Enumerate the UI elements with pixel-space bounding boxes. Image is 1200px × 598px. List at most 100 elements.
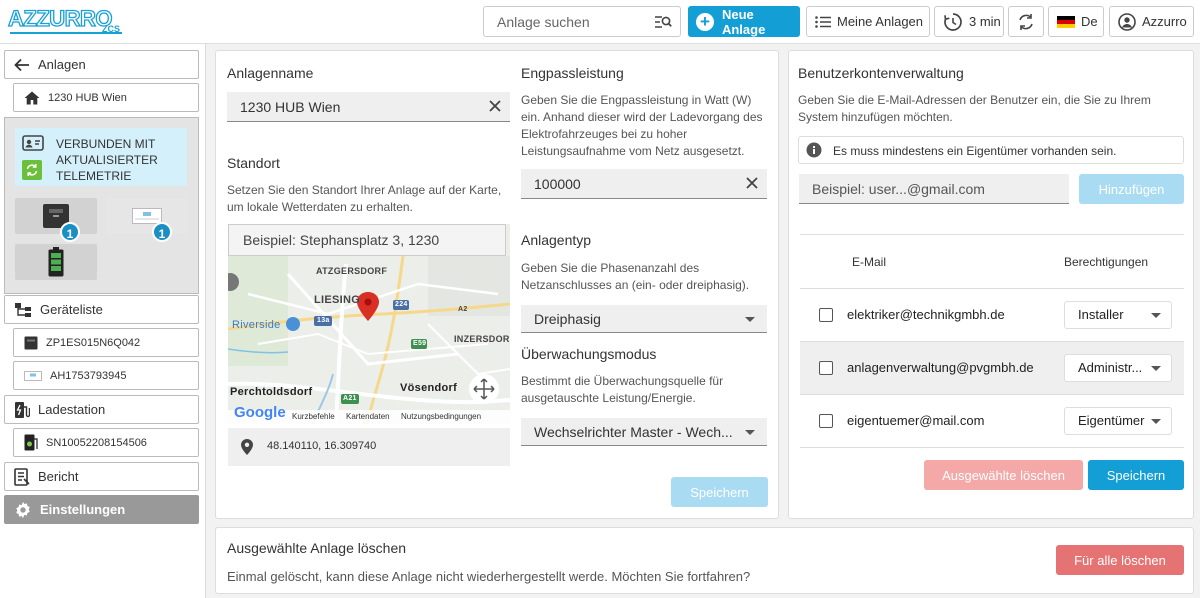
clear-icon[interactable] — [488, 99, 502, 113]
sync-button[interactable] — [1008, 6, 1044, 37]
refresh-interval-button[interactable]: 3 min — [934, 6, 1004, 37]
sync-icon — [1019, 13, 1033, 30]
back-to-plants-button[interactable]: Anlagen — [4, 50, 199, 79]
email-input[interactable]: Beispiel: user...@gmail.com — [799, 174, 1069, 204]
chevron-down-icon — [745, 317, 755, 322]
email-column-header: E-Mail — [852, 255, 887, 269]
connection-status-card: VERBUNDEN MIT AKTUALISIERTER TELEMETRIE — [15, 128, 187, 186]
battery-icon — [48, 247, 64, 277]
permission-select[interactable]: Administr... — [1064, 354, 1172, 382]
map-shortcuts-link[interactable]: Kurzbefehle — [292, 412, 335, 421]
row-checkbox[interactable] — [819, 361, 833, 375]
row-checkbox[interactable] — [819, 308, 833, 322]
language-button[interactable]: De — [1048, 6, 1104, 37]
timer-icon — [944, 12, 962, 31]
device-item-inverter[interactable]: ZP1ES015N6Q042 — [13, 328, 199, 357]
device-tree-icon — [15, 302, 31, 317]
plant-name-field[interactable]: 1230 HUB Wien — [227, 92, 510, 122]
plant-name-label: Anlagenname — [227, 65, 314, 81]
report-icon — [14, 467, 30, 486]
inverter-icon — [24, 336, 38, 349]
plant-search-input[interactable] — [484, 7, 644, 36]
connection-id-icon — [22, 135, 44, 151]
limit-field[interactable]: 100000 — [521, 169, 767, 199]
location-map[interactable]: Beispiel: Stephansplatz 3, 1230 ATZGERSD… — [228, 224, 510, 424]
monitoring-mode-description: Bestimmt die Überwachungsquelle für ausg… — [521, 374, 724, 405]
coordinates-display: 48.140110, 16.309740 — [228, 428, 510, 466]
azzurro-logo[interactable]: AZZURRO ZCS — [6, 4, 124, 38]
map-footer: Google Kurzbefehle Kartendaten Nutzungsb… — [228, 404, 510, 424]
map-label: INZERSDORF — [454, 334, 510, 344]
map-address-search[interactable]: Beispiel: Stephansplatz 3, 1230 — [228, 224, 506, 256]
monitoring-mode-label: Überwachungsmodus — [521, 346, 657, 362]
map-road-label: A21 — [343, 395, 357, 402]
map-road-label: 13a — [317, 317, 330, 324]
map-road-label: E59 — [413, 340, 427, 347]
clear-icon[interactable] — [745, 176, 759, 190]
device-item-meter[interactable]: AH1753793945 — [13, 361, 199, 390]
charging-station-item[interactable]: Ladestation — [4, 395, 199, 424]
map-label: ATZGERSDORF — [316, 266, 388, 276]
chevron-down-icon — [745, 430, 755, 435]
info-icon — [806, 142, 822, 158]
delete-for-all-button[interactable]: Für alle löschen — [1056, 545, 1184, 575]
meter-device-tile[interactable] — [106, 198, 188, 234]
row-checkbox[interactable] — [819, 414, 833, 428]
account-management-title: Benutzerkontenverwaltung — [798, 65, 964, 81]
map-road-label: A2 — [458, 306, 468, 313]
settings-item[interactable]: Einstellungen — [4, 495, 199, 524]
device-list-item[interactable]: Geräteliste — [4, 295, 199, 324]
german-flag-icon — [1057, 15, 1075, 28]
map-terms-link[interactable]: Nutzungsbedingungen — [401, 412, 481, 421]
map-data-link[interactable]: Kartendaten — [346, 412, 390, 421]
user-email: anlagenverwaltung@pvgmbh.de — [847, 360, 1034, 375]
monitoring-mode-select[interactable]: Wechselrichter Master - Wech... — [521, 418, 767, 446]
current-plant-item[interactable]: 1230 HUB Wien — [13, 83, 199, 112]
top-header: AZZURRO ZCS + Neue Anlage Meine Anlagen … — [0, 0, 1200, 44]
delete-plant-title: Ausgewählte Anlage löschen — [227, 540, 407, 556]
plant-type-description: Geben Sie die Phasenanzahl des Netzansch… — [521, 261, 750, 292]
my-plants-button[interactable]: Meine Anlagen — [806, 6, 930, 37]
map-label: LIESING — [314, 294, 361, 306]
location-label: Standort — [227, 155, 280, 171]
permission-select[interactable]: Installer — [1064, 301, 1172, 329]
battery-device-tile[interactable] — [15, 244, 97, 280]
owner-info-notice: Es muss mindestens ein Eigentümer vorhan… — [798, 136, 1184, 164]
map-label: Vösendorf — [400, 382, 458, 394]
new-plant-button[interactable]: + Neue Anlage — [688, 6, 800, 37]
charging-station-icon — [15, 401, 30, 418]
add-user-button[interactable]: Hinzufügen — [1079, 174, 1184, 204]
delete-selected-button[interactable]: Ausgewählte löschen — [924, 460, 1083, 490]
location-description: Setzen Sie den Standort Ihrer Anlage auf… — [227, 183, 502, 214]
search-list-icon[interactable] — [654, 14, 672, 30]
inverter-count-badge: 1 — [60, 222, 80, 242]
permission-select[interactable]: Eigentümer — [1064, 407, 1172, 435]
chevron-down-icon — [1151, 313, 1161, 318]
connection-status-text: VERBUNDEN MIT AKTUALISIERTER TELEMETRIE — [56, 137, 158, 183]
chevron-down-icon — [1151, 419, 1161, 424]
plus-icon: + — [696, 12, 714, 31]
map-label: Perchtoldsdorf — [230, 386, 313, 398]
user-email: elektriker@technikgmbh.de — [847, 307, 1005, 322]
delete-plant-description: Einmal gelöscht, kann diese Anlage nicht… — [227, 569, 751, 584]
chevron-down-icon — [1151, 366, 1161, 371]
charger-item[interactable]: SN10052208154506 — [13, 428, 199, 457]
user-email: eigentuemer@mail.com — [847, 413, 985, 428]
table-row: anlagenverwaltung@pvgmbh.de Administr... — [800, 342, 1184, 395]
home-icon — [24, 91, 40, 104]
map-label: Riverside — [232, 319, 281, 331]
google-logo: Google — [234, 404, 286, 421]
plant-type-select[interactable]: Dreiphasig — [521, 305, 767, 333]
gear-icon — [16, 501, 30, 518]
report-item[interactable]: Bericht — [4, 462, 199, 491]
plant-search[interactable] — [483, 6, 681, 37]
limit-label: Engpassleistung — [521, 65, 624, 81]
user-table-header: E-Mail Berechtigungen — [800, 234, 1184, 289]
telemetry-sync-icon — [22, 160, 42, 180]
inverter-device-tile[interactable] — [15, 198, 97, 234]
plant-save-button[interactable]: Speichern — [671, 477, 768, 507]
list-icon — [815, 15, 831, 28]
user-avatar-icon — [1118, 12, 1136, 31]
accounts-save-button[interactable]: Speichern — [1088, 460, 1184, 490]
user-menu-button[interactable]: Azzurro — [1109, 6, 1194, 37]
